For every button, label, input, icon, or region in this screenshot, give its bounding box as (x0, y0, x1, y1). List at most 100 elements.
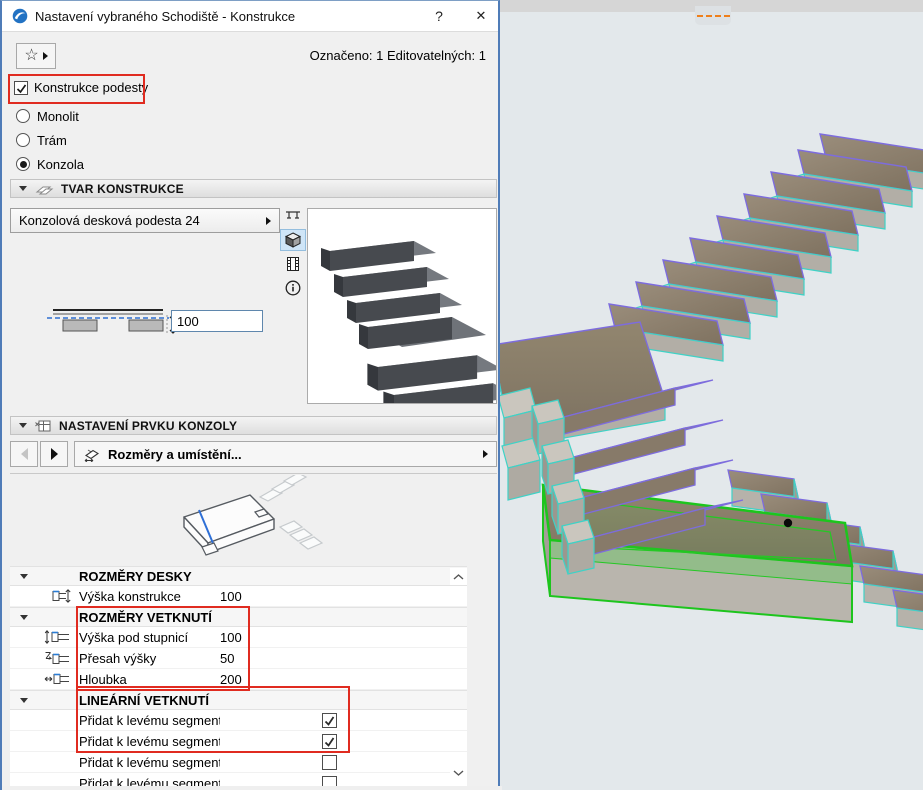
radio-monolit-label: Monolit (37, 109, 79, 124)
konstrukce-podesty-label: Konstrukce podesty (34, 80, 148, 95)
radio-konzola-label: Konzola (37, 157, 84, 172)
divider (10, 473, 497, 474)
dropdown-arrow-icon (266, 217, 271, 225)
table-row[interactable]: Přesah výšky50 (10, 648, 467, 669)
star-icon: ☆ (24, 48, 38, 64)
prev-page-button[interactable] (10, 441, 38, 467)
table-row[interactable]: Přidat k levému segment... (10, 710, 467, 731)
view-symbol-button[interactable] (280, 205, 306, 227)
dim-under-tread-icon (44, 630, 71, 644)
orange-dash-icon (706, 15, 712, 17)
row-label: Přidat k levému segment... (79, 713, 220, 728)
dropdown-arrow-icon (43, 52, 48, 60)
construction-preview (307, 208, 497, 404)
table-row[interactable]: Hloubka200 (10, 669, 467, 690)
row-value[interactable]: 200 (220, 672, 280, 687)
table-group-row[interactable]: LINEÁRNÍ VETKNUTÍ (10, 690, 467, 710)
dim-depth-icon (44, 672, 71, 686)
collapse-triangle-icon (19, 423, 27, 428)
section-title: NASTAVENÍ PRVKU KONZOLY (59, 419, 237, 433)
radio-tram[interactable]: Trám (16, 131, 67, 149)
collapse-triangle-icon[interactable] (20, 698, 28, 703)
landing-section-diagram (47, 307, 177, 335)
orange-dash-icon (697, 15, 703, 17)
dimensions-sketch-icon (83, 446, 101, 462)
film-strip-icon (284, 255, 302, 273)
row-label: Přesah výšky (79, 651, 220, 666)
info-button[interactable] (280, 277, 306, 299)
section-title: TVAR KONSTRUKCE (61, 182, 184, 196)
row-value[interactable]: 100 (220, 630, 280, 645)
dim-overhang-icon (44, 651, 71, 665)
orange-dash-icon (715, 15, 721, 17)
collapse-triangle-icon[interactable] (20, 615, 28, 620)
row-value[interactable]: 50 (220, 651, 280, 666)
settings-table-icon (34, 418, 52, 434)
scroll-down-button[interactable] (450, 764, 467, 781)
collapse-triangle-icon[interactable] (20, 574, 28, 579)
dropdown-arrow-icon (483, 450, 488, 458)
next-page-button[interactable] (40, 441, 68, 467)
favorites-button[interactable]: ☆ (16, 43, 56, 69)
table-row[interactable]: Výška konstrukce100 (10, 586, 467, 607)
concrete-stairs-preview-image (308, 209, 496, 403)
cube-3d-icon (284, 231, 302, 249)
segment-checkbox[interactable] (322, 713, 337, 728)
staircase-3d-model[interactable] (500, 12, 923, 790)
archicad-logo-icon (12, 8, 28, 24)
row-label: ROZMĚRY VETKNUTÍ (79, 610, 467, 625)
konstrukce-podesty-checkbox[interactable] (14, 81, 28, 95)
table-row[interactable]: Přidat k levému segment... (10, 731, 467, 752)
segment-checkbox[interactable] (322, 734, 337, 749)
dialog-titlebar[interactable]: Nastavení vybraného Schodiště - Konstruk… (2, 1, 498, 32)
table-row[interactable]: Výška pod stupnicí100 (10, 627, 467, 648)
help-button[interactable]: ? (428, 5, 450, 27)
table-row[interactable]: Přidat k levému segment... (10, 752, 467, 773)
row-label: Přidat k levému segment... (79, 755, 220, 770)
dialog-title: Nastavení vybraného Schodiště - Konstruk… (35, 9, 295, 24)
radio-icon (16, 109, 30, 123)
radio-icon (16, 157, 30, 171)
radio-konzola[interactable]: Konzola (16, 155, 84, 173)
prop-table: ROZMĚRY DESKYVýška konstrukce100ROZMĚRY … (10, 566, 467, 786)
row-value[interactable]: 100 (220, 589, 280, 604)
radio-monolit[interactable]: Monolit (16, 107, 79, 125)
dim-height-icon (44, 589, 71, 603)
selection-status: Označeno: 1 Editovatelných: 1 (310, 48, 486, 63)
collapse-triangle-icon (19, 186, 27, 191)
page-selector-label: Rozměry a umístění... (108, 447, 242, 462)
table-group-row[interactable]: ROZMĚRY VETKNUTÍ (10, 607, 467, 627)
section-nastaveni-prvku-konzoly[interactable]: NASTAVENÍ PRVKU KONZOLY (10, 416, 497, 435)
chevron-down-icon (453, 770, 464, 776)
konstrukce-podesty-row[interactable]: Konstrukce podesty (14, 80, 148, 95)
chevron-up-icon (453, 574, 464, 580)
viewport-tab[interactable] (695, 6, 731, 25)
arrow-right-icon (51, 448, 58, 460)
plan-symbol-icon (284, 207, 302, 225)
radio-icon (16, 133, 30, 147)
landing-preset-dropdown[interactable]: Konzolová desková podesta 24 (10, 208, 280, 233)
row-label: Výška konstrukce (79, 589, 220, 604)
orange-dash-icon (724, 15, 730, 17)
radio-tram-label: Trám (37, 133, 67, 148)
page-selector-dropdown[interactable]: Rozměry a umístění... (74, 441, 497, 467)
row-label: LINEÁRNÍ VETKNUTÍ (79, 693, 467, 708)
info-icon (284, 279, 302, 297)
preset-name: Konzolová desková podesta 24 (19, 213, 200, 228)
screenshot-root: Nastavení vybraného Schodiště - Konstruk… (0, 0, 923, 790)
3d-viewport[interactable] (500, 0, 923, 790)
scroll-up-button[interactable] (450, 568, 467, 585)
shape-pages-icon (34, 182, 54, 196)
close-button[interactable]: ✕ (470, 5, 492, 27)
view-3d-button[interactable] (280, 229, 306, 251)
edit-hotspot-dot[interactable] (784, 519, 792, 527)
table-group-row[interactable]: ROZMĚRY DESKY (10, 566, 467, 586)
stair-settings-dialog: Nastavení vybraného Schodiště - Konstruk… (0, 0, 500, 790)
segment-checkbox[interactable] (322, 755, 337, 770)
construction-height-input[interactable] (171, 310, 263, 332)
section-tvar-konstrukce[interactable]: TVAR KONSTRUKCE (10, 179, 497, 198)
dialog-bottom-strip (2, 786, 502, 790)
view-list-button[interactable] (280, 253, 306, 275)
row-label: Přidat k levému segment... (79, 734, 220, 749)
row-label: Výška pod stupnicí (79, 630, 220, 645)
